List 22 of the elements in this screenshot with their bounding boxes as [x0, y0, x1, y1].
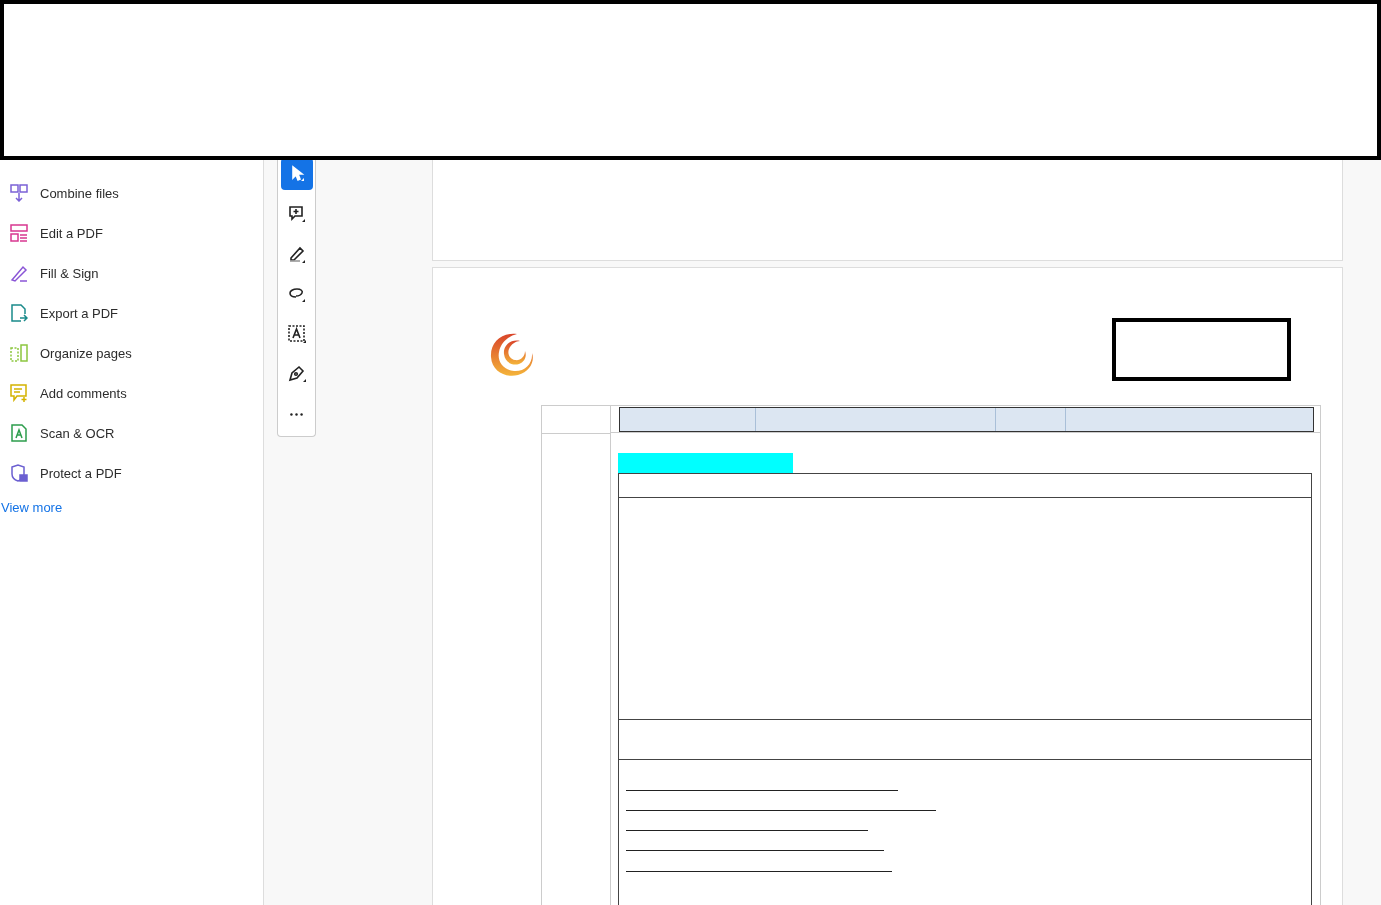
text-box-icon: [286, 324, 307, 344]
tool-item[interactable]: Export a PDF: [0, 293, 263, 333]
tool-item[interactable]: Edit a PDF: [0, 213, 263, 253]
scan-tool-icon: [10, 424, 28, 442]
protect-tool-icon: [10, 464, 28, 482]
select-tool-button[interactable]: [280, 158, 313, 190]
tool-item[interactable]: Protect a PDF: [0, 453, 263, 493]
tool-item[interactable]: Scan & OCR: [0, 413, 263, 453]
sign-tool-icon: [10, 264, 28, 282]
comment-tool-icon: [10, 384, 28, 402]
tool-item[interactable]: Fill & Sign: [0, 253, 263, 293]
tool-item[interactable]: Add comments: [0, 373, 263, 413]
speech-bubble-icon: [286, 204, 307, 224]
export-tool-icon: [10, 304, 28, 322]
tool-item[interactable]: Organize pages: [0, 333, 263, 373]
pen-nib-icon: [286, 364, 307, 384]
more-icon: [290, 412, 303, 416]
organize-tool-icon: [10, 344, 28, 362]
view-more-link[interactable]: View more: [1, 500, 63, 515]
tool-item[interactable]: Combine files: [0, 173, 263, 213]
edit-tool-icon: [10, 224, 28, 242]
combine-tool-icon: [10, 184, 28, 202]
